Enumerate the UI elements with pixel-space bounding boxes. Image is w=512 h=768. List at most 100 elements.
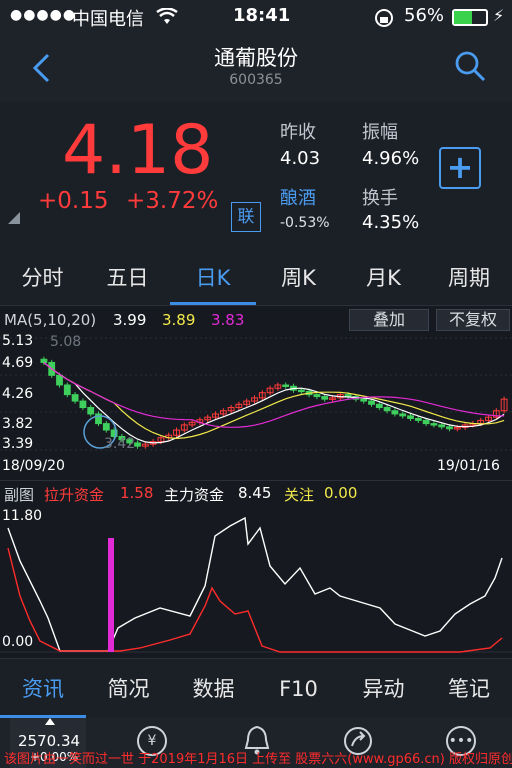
candle [422,419,430,425]
carrier-label: 中国电信 [72,9,144,30]
candle [63,384,71,396]
turnover-value: 4.35% [362,212,420,233]
ma10-line [43,362,505,440]
tab-period[interactable]: 周期 [426,252,512,306]
date-start: 18/09/20 [2,458,65,474]
price-change: +0.15 [38,188,109,214]
amplitude-label: 振幅 [362,122,398,143]
stock-code: 600365 [229,72,283,88]
kline-chart[interactable] [0,332,512,458]
candle [79,400,87,409]
price-change-percent: +3.72% [126,188,219,214]
ma-label: MA(5,10,20) [4,311,97,329]
date-end: 19/01/16 [437,458,500,474]
search-icon[interactable] [454,50,486,82]
corner-triangle-icon [8,212,20,224]
candle [360,398,368,402]
signal-bar [108,538,114,652]
back-icon[interactable] [30,52,52,84]
candle [383,407,391,412]
tab-anomaly[interactable]: 异动 [341,659,426,719]
current-price: 4.18 [62,111,214,190]
tab-notes[interactable]: 笔记 [426,659,512,719]
candle [414,417,422,421]
lift-fund-value: 1.58 [120,484,154,502]
candle [407,415,414,419]
stock-name: 通葡股份 [214,46,298,70]
candle [368,400,375,405]
sector-label[interactable]: 酿酒 [280,184,316,210]
chart-area: MA(5,10,20) 3.99 3.89 3.83 叠加 不复权 5.13 4… [0,306,512,658]
clock: 18:41 [233,5,291,26]
candle [313,394,321,398]
rotation-lock-icon [375,9,393,27]
status-bar: ●●●●● 中国电信 18:41 56% ⚡ [0,0,512,36]
sub-chart[interactable] [0,506,512,654]
tab-data[interactable]: 数据 [171,659,256,719]
candle [134,442,141,447]
ma5-value: 3.99 [113,311,147,329]
tab-daily-k[interactable]: 日K [170,252,256,306]
candle [446,426,453,430]
main-fund-line [7,516,503,652]
link-button[interactable]: 联 [231,202,261,232]
y-tick-1: 5.13 [2,333,34,349]
low-marker: 3.42 [104,436,136,452]
battery-percent: 56% [404,5,445,26]
stock-header: 通葡股份 600365 [0,36,512,102]
main-fund-value: 8.45 [238,484,272,502]
adjust-button[interactable]: 不复权 [436,309,510,331]
period-tabs: 分时 五日 日K 周K 月K 周期 [0,252,512,306]
tab-intraday[interactable]: 分时 [0,252,85,306]
main-fund-label: 主力资金 [164,486,225,504]
tab-overview[interactable]: 简况 [86,659,171,719]
prev-close-label: 昨收 [280,122,316,143]
tab-five-day[interactable]: 五日 [85,252,170,306]
lift-fund-line [7,547,503,653]
y-tick-2: 4.69 [2,355,34,371]
attention-label: 关注 [284,486,315,504]
prev-close-value: 4.03 [280,148,321,169]
tab-f10[interactable]: F10 [256,659,341,719]
sub-chart-title: 副图 [4,486,35,504]
watermark-text: 该图片由一笑而过一世 于2019年1月16日 上传至 股票六六(www.gp66… [4,752,512,767]
active-tab-indicator [170,302,256,305]
candle [344,394,352,398]
battery-icon [452,9,488,26]
signal-icon: ●●●●● [10,7,77,23]
ma20-value: 3.83 [211,311,245,329]
caret-up-icon [45,718,55,725]
candle [321,396,329,400]
candle [282,384,290,387]
turnover-label: 换手 [362,188,398,209]
lift-fund-label: 拉升资金 [44,486,105,504]
add-watchlist-button[interactable]: + [439,147,481,189]
candle [71,394,79,402]
y-tick-3: 4.26 [2,386,34,402]
candle [297,389,305,393]
y-tick-5: 3.39 [2,436,34,452]
candle [102,423,110,431]
ma10-value: 3.89 [162,311,196,329]
y-tick-4: 3.82 [2,416,34,432]
amplitude-value: 4.96% [362,148,420,169]
tab-news[interactable]: 资讯 [0,659,86,719]
candle [87,407,95,415]
divider [0,480,512,481]
candle [375,403,383,409]
sub-y-max: 11.80 [2,508,43,524]
candle [40,358,48,363]
candle [438,424,446,428]
overlay-button[interactable]: 叠加 [349,309,429,331]
info-tabs: 资讯 简况 数据 F10 异动 笔记 [0,658,512,718]
candle [391,410,399,415]
attention-value: 0.00 [324,484,358,502]
quote-panel: 4.18 +0.15 +3.72% 联 昨收 4.03 振幅 4.96% 酿酒 … [0,102,512,252]
charging-icon: ⚡ [493,6,505,25]
tab-weekly-k[interactable]: 周K [256,252,341,306]
sub-y-min: 0.00 [2,634,34,650]
candle [56,374,63,386]
tab-monthly-k[interactable]: 月K [341,252,426,306]
wifi-icon [156,8,178,24]
candle [430,423,438,426]
